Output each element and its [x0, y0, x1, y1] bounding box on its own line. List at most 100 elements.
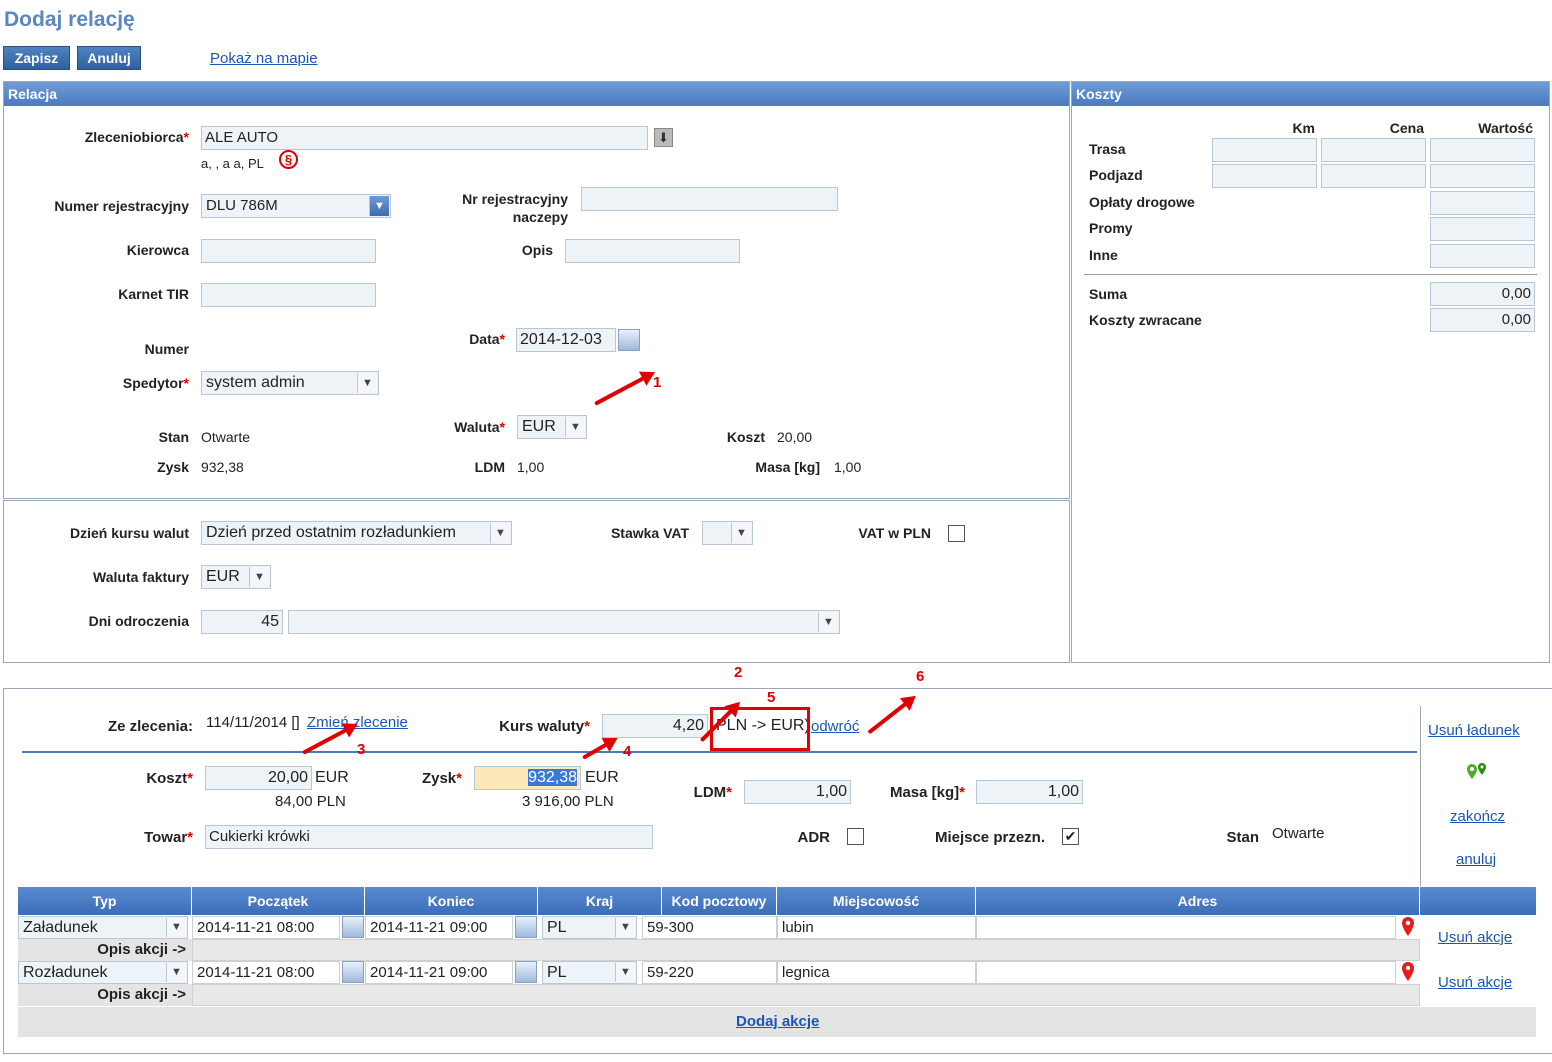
zysk-ladunek-input[interactable]: 932,38	[474, 766, 581, 790]
chevron-down-icon[interactable]: ▼	[357, 373, 377, 393]
spedytor-value: system admin	[206, 374, 305, 391]
kurs-waluty-input[interactable]: 4,20	[602, 714, 708, 738]
kraj-select[interactable]: PL ▼	[542, 961, 637, 984]
kod-pocztowy-input[interactable]: 59-300	[642, 916, 777, 939]
zakoncz-link[interactable]: zakończ	[1450, 808, 1505, 825]
poczatek-input[interactable]: 2014-11-21 08:00	[192, 961, 340, 984]
suma-label: Suma	[1089, 286, 1128, 302]
usun-akcje-link[interactable]: Usuń akcje	[1438, 974, 1512, 991]
map-pins-icon[interactable]	[1466, 762, 1490, 782]
opis-akcji-input[interactable]	[192, 939, 1420, 961]
chevron-down-icon[interactable]: ▼	[731, 523, 751, 543]
miejsce-przezn-checkbox[interactable]: ✔	[1062, 828, 1079, 845]
opis-akcji-input[interactable]	[192, 984, 1420, 1006]
podjazd-km-input[interactable]	[1212, 164, 1317, 188]
zleceniobiorca-input[interactable]: ALE AUTO	[201, 126, 648, 150]
nr-rej-naczepy-input[interactable]	[581, 187, 838, 211]
chevron-down-icon[interactable]: ▼	[615, 963, 635, 982]
koszt-ladunek-label: Koszt*	[146, 770, 193, 787]
spedytor-select[interactable]: system admin ▼	[201, 371, 379, 395]
adres-input[interactable]	[976, 916, 1396, 939]
calendar-icon[interactable]	[618, 329, 640, 351]
kraj-select[interactable]: PL ▼	[542, 916, 637, 939]
stan-ladunek-value: Otwarte	[1272, 825, 1325, 842]
zysk-ladunek-selection: 932,38	[528, 769, 577, 786]
vat-pln-checkbox[interactable]	[948, 525, 965, 542]
miejscowosc-input[interactable]: lubin	[777, 916, 976, 939]
stawka-vat-select[interactable]: ▼	[702, 521, 753, 545]
trasa-cena-input[interactable]	[1321, 138, 1426, 162]
dzien-kursu-label: Dzień kursu walut	[69, 525, 189, 541]
koniec-input[interactable]: 2014-11-21 09:00	[365, 916, 513, 939]
dni-odroczenia-input[interactable]: 45	[201, 610, 283, 634]
ladunek-divider-v	[1420, 706, 1421, 886]
map-pin-icon[interactable]	[1400, 916, 1416, 938]
kraj-value: PL	[547, 919, 567, 936]
podjazd-cena-input[interactable]	[1321, 164, 1426, 188]
dzien-kursu-select[interactable]: Dzień przed ostatnim rozładunkiem ▼	[201, 521, 512, 545]
koniec-input[interactable]: 2014-11-21 09:00	[365, 961, 513, 984]
promy-wartosc-input[interactable]	[1430, 217, 1535, 241]
adres-input[interactable]	[976, 961, 1396, 984]
usun-ladunek-link[interactable]: Usuń ładunek	[1428, 722, 1520, 739]
section-icon[interactable]: §	[279, 150, 298, 169]
calendar-icon[interactable]	[515, 916, 537, 938]
poczatek-input[interactable]: 2014-11-21 08:00	[192, 916, 340, 939]
anuluj-link[interactable]: anuluj	[1456, 851, 1496, 868]
suma-input[interactable]: 0,00	[1430, 282, 1535, 306]
chevron-down-icon[interactable]: ▼	[615, 918, 635, 937]
stawka-vat-label: Stawka VAT	[610, 525, 689, 541]
chevron-down-icon[interactable]: ▼	[369, 196, 389, 216]
actions-table: Typ Początek Koniec Kraj Kod pocztowy Mi…	[18, 887, 1536, 1037]
show-map-link[interactable]: Pokaż na mapie	[210, 50, 318, 67]
nr-rej-select[interactable]: DLU 786M ▼	[201, 194, 391, 218]
annotation-number: 2	[734, 664, 743, 681]
odwroc-link[interactable]: odwróć	[811, 718, 859, 735]
stan-label: Stan	[158, 429, 189, 445]
kod-pocztowy-input[interactable]: 59-220	[642, 961, 777, 984]
opis-akcji-label: Opis akcji ->	[97, 941, 186, 958]
trasa-wartosc-input[interactable]	[1430, 138, 1535, 162]
dni-odroczenia-select[interactable]: ▼	[288, 610, 840, 634]
koszty-zwracane-input[interactable]: 0,00	[1430, 308, 1535, 332]
download-icon[interactable]: ⬇	[654, 128, 673, 147]
karnet-input[interactable]	[201, 283, 376, 307]
chevron-down-icon[interactable]: ▼	[249, 567, 269, 587]
cancel-button[interactable]: Anuluj	[77, 46, 141, 70]
chevron-down-icon[interactable]: ▼	[166, 963, 186, 982]
koszt-ladunek-input[interactable]: 20,00	[205, 766, 312, 790]
chevron-down-icon[interactable]: ▼	[818, 612, 838, 632]
map-pin-icon[interactable]	[1400, 961, 1416, 983]
miejscowosc-input[interactable]: legnica	[777, 961, 976, 984]
inne-wartosc-input[interactable]	[1430, 244, 1535, 268]
save-button[interactable]: Zapisz	[3, 46, 70, 70]
calendar-icon[interactable]	[342, 961, 364, 983]
podjazd-wartosc-input[interactable]	[1430, 164, 1535, 188]
calendar-icon[interactable]	[342, 916, 364, 938]
ldm-ladunek-input[interactable]: 1,00	[744, 780, 851, 804]
usun-akcje-link[interactable]: Usuń akcje	[1438, 929, 1512, 946]
trasa-km-input[interactable]	[1212, 138, 1317, 162]
zleceniobiorca-address: a, , a a, PL	[201, 156, 264, 171]
oplaty-wartosc-input[interactable]	[1430, 191, 1535, 215]
waluta-faktury-select[interactable]: EUR ▼	[201, 565, 271, 589]
opis-label: Opis	[521, 242, 553, 258]
dodaj-akcje-link[interactable]: Dodaj akcje	[736, 1013, 819, 1030]
koszty-row-label: Opłaty drogowe	[1089, 194, 1195, 210]
data-input[interactable]: 2014-12-03	[516, 328, 616, 352]
waluta-select[interactable]: EUR ▼	[517, 415, 587, 439]
koszty-row-label: Promy	[1089, 220, 1133, 236]
masa-value: 1,00	[834, 459, 862, 475]
koszty-divider	[1084, 274, 1537, 275]
chevron-down-icon[interactable]: ▼	[490, 523, 510, 543]
kierowca-input[interactable]	[201, 239, 376, 263]
towar-input[interactable]: Cukierki krówki	[205, 825, 653, 849]
typ-select[interactable]: Załadunek ▼	[18, 916, 188, 939]
chevron-down-icon[interactable]: ▼	[166, 918, 186, 937]
calendar-icon[interactable]	[515, 961, 537, 983]
typ-select[interactable]: Rozładunek ▼	[18, 961, 188, 984]
opis-input[interactable]	[565, 239, 740, 263]
adr-checkbox[interactable]	[847, 828, 864, 845]
masa-ladunek-input[interactable]: 1,00	[976, 780, 1083, 804]
chevron-down-icon[interactable]: ▼	[565, 417, 585, 437]
